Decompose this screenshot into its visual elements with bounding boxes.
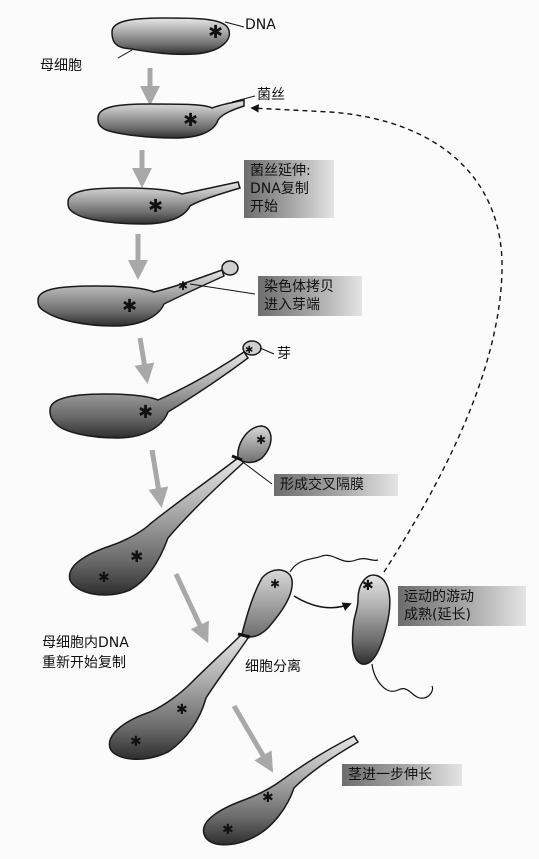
swarmer-box: 运动的游动 成熟(延长): [398, 586, 526, 626]
lifecycle-drawing: ✱ ✱ ✱ ✱ ✱ ✱ ✱ ✱ ✱ ✱ ✱ ✱ ✱ ✱ ✱ ✱: [37, 17, 503, 846]
cell-stalk-elongating: ✱ ✱: [202, 735, 360, 846]
box-line: 菌丝延伸:: [250, 163, 311, 179]
chromosome-copy-box: 染色体拷贝 进入芽端: [258, 276, 362, 316]
hypha-extension-box: 菌丝延伸: DNA复制 开始: [244, 160, 334, 218]
box-line: 运动的游动: [404, 589, 474, 605]
dna-mark: ✱: [245, 345, 253, 356]
box-line: DNA复制: [250, 181, 309, 197]
progress-arrow: [173, 572, 209, 644]
hypha-label: 菌丝: [257, 87, 285, 103]
flagellum: [289, 554, 379, 573]
stalk-box: 茎进一步伸长: [342, 764, 462, 786]
dna-mark: ✱: [183, 110, 198, 131]
dna-mark: ✱: [138, 402, 153, 423]
box-line: 开始: [250, 199, 278, 215]
box-line: 茎进一步伸长: [348, 767, 432, 783]
mother-dna-label-line2: 重新开始复制: [42, 655, 126, 671]
dna-mark: ✱: [130, 734, 142, 750]
cell-separating: ✱ ✱ ✱: [108, 554, 379, 760]
dna-mark: ✱: [148, 196, 163, 217]
cell-chromosome-copy: ✱ ✱: [37, 260, 256, 327]
dna-mark: ✱: [98, 570, 110, 586]
dna-mark: ✱: [270, 577, 280, 591]
dna-mark: ✱: [222, 822, 234, 838]
cell-with-hypha: ✱: [97, 95, 256, 139]
dna-label: DNA: [245, 17, 276, 33]
dna-mark: ✱: [122, 296, 137, 317]
mother-cell: ✱: [111, 17, 245, 59]
cell-separation-label: 细胞分离: [245, 659, 301, 675]
cell-with-bud: ✱ ✱: [49, 340, 275, 439]
cell-septum-forming: ✱ ✱ ✱: [68, 425, 273, 596]
diagram-stage: ✱ ✱ ✱ ✱ ✱ ✱ ✱ ✱ ✱ ✱ ✱ ✱ ✱ ✱ ✱ ✱ DNA 母细胞 …: [0, 0, 539, 859]
progress-arrow: [148, 449, 169, 508]
mother-cell-label: 母细胞: [40, 58, 82, 74]
dna-mark: ✱: [262, 790, 274, 806]
dna-mark: ✱: [176, 702, 188, 718]
septum-box: 形成交叉隔膜: [274, 474, 398, 496]
dna-mark: ✱: [256, 433, 266, 447]
flagellum: [371, 663, 434, 699]
box-line: 成熟(延长): [404, 607, 471, 623]
progress-arrow: [231, 704, 274, 773]
box-line: 形成交叉隔膜: [280, 477, 364, 493]
dna-mark: ✱: [178, 279, 188, 293]
cell-hypha-extending: ✱: [67, 181, 241, 225]
bud-label: 芽: [277, 346, 291, 362]
release-arrow: [293, 595, 352, 611]
dna-mark: ✱: [130, 547, 143, 566]
dna-mark: ✱: [362, 578, 374, 594]
box-line: 染色体拷贝: [264, 279, 334, 295]
mother-dna-label-line1: 母细胞内DNA: [42, 635, 129, 651]
box-line: 进入芽端: [264, 297, 320, 313]
progress-arrow: [134, 337, 155, 384]
dna-mark: ✱: [208, 22, 223, 43]
